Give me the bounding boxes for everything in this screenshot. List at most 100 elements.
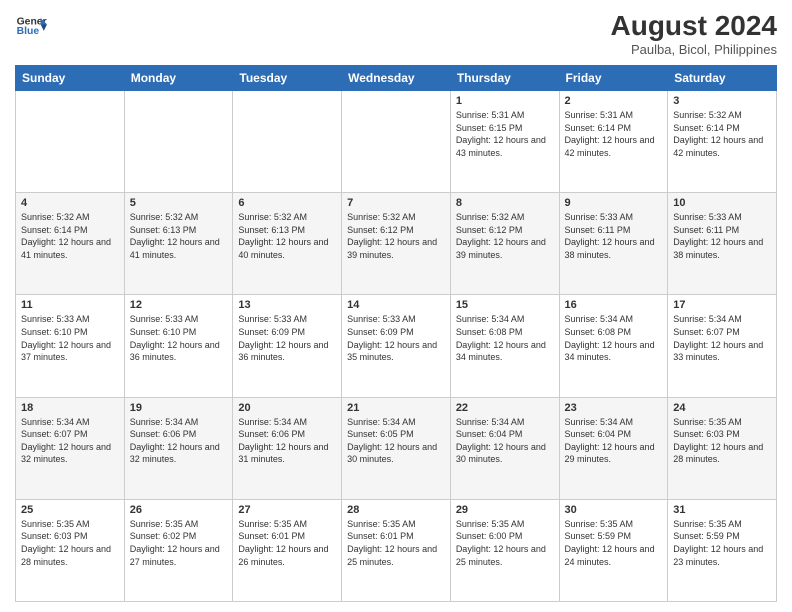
svg-text:Blue: Blue [17,26,40,37]
daylight-label: Daylight: 12 hours and 41 minutes. [21,237,111,260]
sunset-label: Sunset: 6:05 PM [347,429,414,439]
header-tuesday: Tuesday [233,66,342,91]
day-number: 20 [238,402,336,414]
sunset-label: Sunset: 6:06 PM [130,429,197,439]
day-info: Sunrise: 5:31 AM Sunset: 6:15 PM Dayligh… [456,109,554,159]
day-info: Sunrise: 5:35 AM Sunset: 6:03 PM Dayligh… [21,518,119,568]
sunset-label: Sunset: 6:11 PM [565,225,631,235]
sunset-label: Sunset: 5:59 PM [565,531,632,541]
day-number: 30 [565,504,663,516]
sunrise-label: Sunrise: 5:35 AM [673,519,742,529]
sunset-label: Sunset: 6:10 PM [130,327,197,337]
sunrise-label: Sunrise: 5:33 AM [238,314,307,324]
sunrise-label: Sunrise: 5:32 AM [456,212,525,222]
sunset-label: Sunset: 6:12 PM [347,225,414,235]
daylight-label: Daylight: 12 hours and 32 minutes. [21,442,111,465]
sunrise-label: Sunrise: 5:34 AM [565,314,634,324]
sunset-label: Sunset: 6:13 PM [130,225,197,235]
table-row [233,91,342,193]
table-row: 30 Sunrise: 5:35 AM Sunset: 5:59 PM Dayl… [559,499,668,601]
day-info: Sunrise: 5:34 AM Sunset: 6:08 PM Dayligh… [565,313,663,363]
sunset-label: Sunset: 6:01 PM [347,531,414,541]
logo: General Blue [15,10,47,42]
table-row [16,91,125,193]
daylight-label: Daylight: 12 hours and 38 minutes. [673,237,763,260]
sunrise-label: Sunrise: 5:34 AM [238,417,307,427]
day-number: 2 [565,95,663,107]
table-row: 14 Sunrise: 5:33 AM Sunset: 6:09 PM Dayl… [342,295,451,397]
day-number: 18 [21,402,119,414]
sunrise-label: Sunrise: 5:35 AM [565,519,634,529]
table-row: 13 Sunrise: 5:33 AM Sunset: 6:09 PM Dayl… [233,295,342,397]
sunrise-label: Sunrise: 5:31 AM [456,110,525,120]
sunset-label: Sunset: 6:08 PM [565,327,632,337]
sunrise-label: Sunrise: 5:35 AM [673,417,742,427]
daylight-label: Daylight: 12 hours and 26 minutes. [238,544,328,567]
day-info: Sunrise: 5:34 AM Sunset: 6:06 PM Dayligh… [238,416,336,466]
table-row: 28 Sunrise: 5:35 AM Sunset: 6:01 PM Dayl… [342,499,451,601]
calendar-week-row: 11 Sunrise: 5:33 AM Sunset: 6:10 PM Dayl… [16,295,777,397]
sunset-label: Sunset: 6:03 PM [21,531,88,541]
sunrise-label: Sunrise: 5:32 AM [673,110,742,120]
table-row: 26 Sunrise: 5:35 AM Sunset: 6:02 PM Dayl… [124,499,233,601]
sunrise-label: Sunrise: 5:34 AM [456,417,525,427]
sunrise-label: Sunrise: 5:32 AM [238,212,307,222]
sunrise-label: Sunrise: 5:33 AM [673,212,742,222]
table-row: 15 Sunrise: 5:34 AM Sunset: 6:08 PM Dayl… [450,295,559,397]
daylight-label: Daylight: 12 hours and 38 minutes. [565,237,655,260]
daylight-label: Daylight: 12 hours and 36 minutes. [130,340,220,363]
day-info: Sunrise: 5:34 AM Sunset: 6:04 PM Dayligh… [456,416,554,466]
day-info: Sunrise: 5:34 AM Sunset: 6:07 PM Dayligh… [673,313,771,363]
page-subtitle: Paulba, Bicol, Philippines [611,42,778,57]
daylight-label: Daylight: 12 hours and 28 minutes. [673,442,763,465]
day-number: 14 [347,299,445,311]
table-row: 29 Sunrise: 5:35 AM Sunset: 6:00 PM Dayl… [450,499,559,601]
daylight-label: Daylight: 12 hours and 23 minutes. [673,544,763,567]
day-info: Sunrise: 5:32 AM Sunset: 6:13 PM Dayligh… [238,211,336,261]
day-number: 26 [130,504,228,516]
sunset-label: Sunset: 6:11 PM [673,225,739,235]
sunrise-label: Sunrise: 5:32 AM [130,212,199,222]
sunset-label: Sunset: 6:04 PM [565,429,632,439]
daylight-label: Daylight: 12 hours and 33 minutes. [673,340,763,363]
day-number: 9 [565,197,663,209]
sunrise-label: Sunrise: 5:35 AM [130,519,199,529]
day-info: Sunrise: 5:34 AM Sunset: 6:04 PM Dayligh… [565,416,663,466]
daylight-label: Daylight: 12 hours and 27 minutes. [130,544,220,567]
day-info: Sunrise: 5:34 AM Sunset: 6:05 PM Dayligh… [347,416,445,466]
daylight-label: Daylight: 12 hours and 40 minutes. [238,237,328,260]
table-row: 22 Sunrise: 5:34 AM Sunset: 6:04 PM Dayl… [450,397,559,499]
sunrise-label: Sunrise: 5:33 AM [21,314,90,324]
sunset-label: Sunset: 6:14 PM [21,225,88,235]
sunrise-label: Sunrise: 5:32 AM [347,212,416,222]
day-number: 27 [238,504,336,516]
day-info: Sunrise: 5:33 AM Sunset: 6:11 PM Dayligh… [673,211,771,261]
table-row: 12 Sunrise: 5:33 AM Sunset: 6:10 PM Dayl… [124,295,233,397]
header-friday: Friday [559,66,668,91]
table-row: 6 Sunrise: 5:32 AM Sunset: 6:13 PM Dayli… [233,193,342,295]
daylight-label: Daylight: 12 hours and 43 minutes. [456,135,546,158]
day-number: 3 [673,95,771,107]
sunrise-label: Sunrise: 5:34 AM [565,417,634,427]
table-row: 7 Sunrise: 5:32 AM Sunset: 6:12 PM Dayli… [342,193,451,295]
sunset-label: Sunset: 6:04 PM [456,429,523,439]
logo-icon: General Blue [15,10,47,42]
day-info: Sunrise: 5:35 AM Sunset: 5:59 PM Dayligh… [565,518,663,568]
sunset-label: Sunset: 6:10 PM [21,327,88,337]
sunrise-label: Sunrise: 5:33 AM [130,314,199,324]
daylight-label: Daylight: 12 hours and 39 minutes. [456,237,546,260]
day-number: 17 [673,299,771,311]
sunset-label: Sunset: 6:02 PM [130,531,197,541]
day-number: 29 [456,504,554,516]
day-number: 8 [456,197,554,209]
day-info: Sunrise: 5:35 AM Sunset: 6:01 PM Dayligh… [238,518,336,568]
sunrise-label: Sunrise: 5:34 AM [347,417,416,427]
sunrise-label: Sunrise: 5:33 AM [347,314,416,324]
sunset-label: Sunset: 6:09 PM [347,327,414,337]
header-saturday: Saturday [668,66,777,91]
table-row: 23 Sunrise: 5:34 AM Sunset: 6:04 PM Dayl… [559,397,668,499]
day-info: Sunrise: 5:33 AM Sunset: 6:10 PM Dayligh… [130,313,228,363]
table-row: 24 Sunrise: 5:35 AM Sunset: 6:03 PM Dayl… [668,397,777,499]
day-info: Sunrise: 5:35 AM Sunset: 5:59 PM Dayligh… [673,518,771,568]
table-row: 19 Sunrise: 5:34 AM Sunset: 6:06 PM Dayl… [124,397,233,499]
